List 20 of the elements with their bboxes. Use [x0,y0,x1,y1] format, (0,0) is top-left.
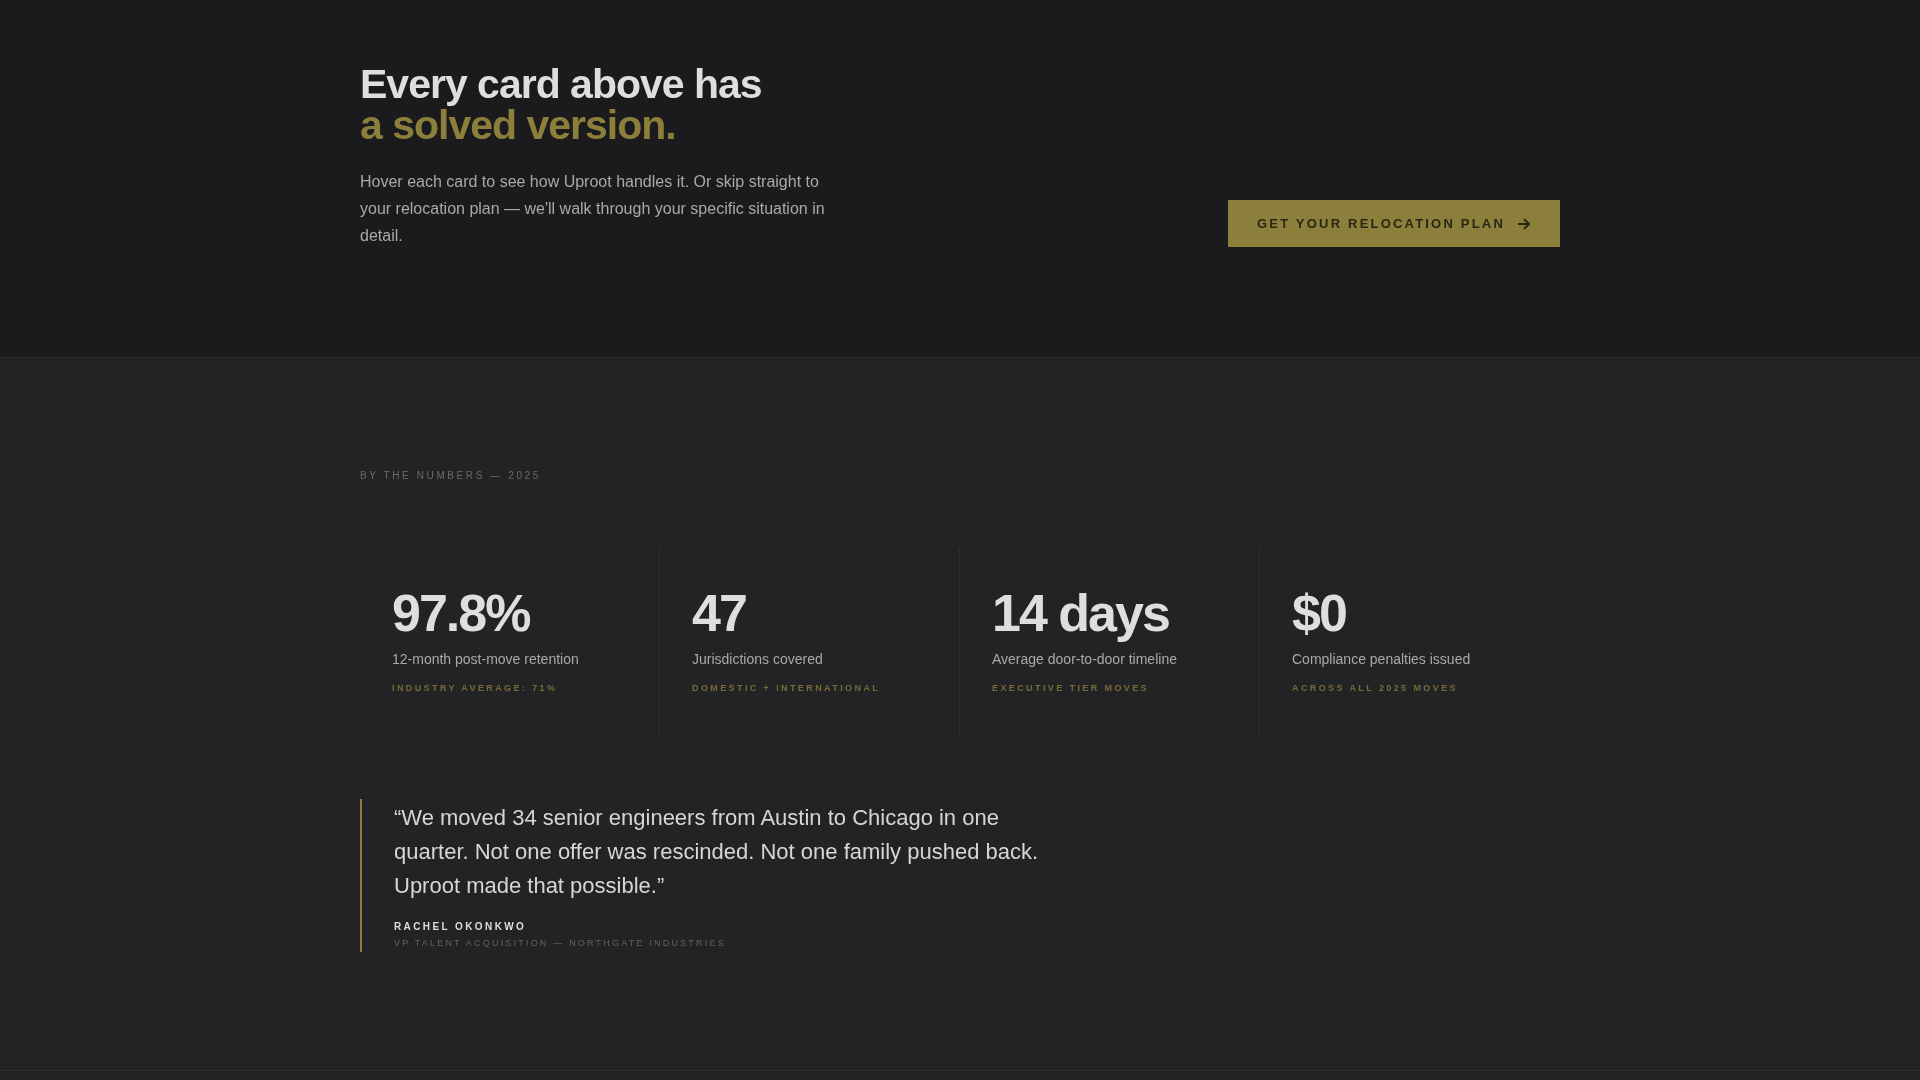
section-eyebrow: BY THE NUMBERS — 2025 [360,470,542,481]
stat-label: Average door-to-door timeline [992,651,1178,667]
stat-note: EXECUTIVE TIER MOVES [992,683,1151,693]
stat-label: 12-month post-move retention [392,651,580,667]
stat-note: ACROSS ALL 2025 MOVES [1292,683,1459,693]
heading: Every card above has [360,64,763,105]
stat-value: $0 [1292,585,1347,641]
relocation-plan-button[interactable]: GET YOUR RELOCATION PLAN [1228,200,1560,247]
stat-value: 97.8% [392,585,531,641]
stat-value: 14 days [992,585,1170,641]
stat-label: Jurisdictions covered [692,651,824,667]
stat-value: 47 [692,585,747,641]
intro-paragraph: Hover each card to see how Uproot handles it. Or skip straight to your relocation plan — we'll walk through your specific situation in detail. [360,172,826,246]
arrow-right-icon [1517,217,1532,230]
stat-label: Compliance penalties issued [1292,651,1472,667]
heading-highlight: a solved version. [360,105,677,146]
stat-note: DOMESTIC + INTERNATIONAL [692,683,882,693]
testimonial-text: “We moved 34 senior engineers from Austin to Chicago in one quarter. Not one offer was rescinded. Not one family pushed back. Uproot made that possible.” [394,804,1040,900]
stat-note: INDUSTRY AVERAGE: 71% [392,683,559,693]
testimonial-author: RACHEL OKONKWO [394,921,528,932]
